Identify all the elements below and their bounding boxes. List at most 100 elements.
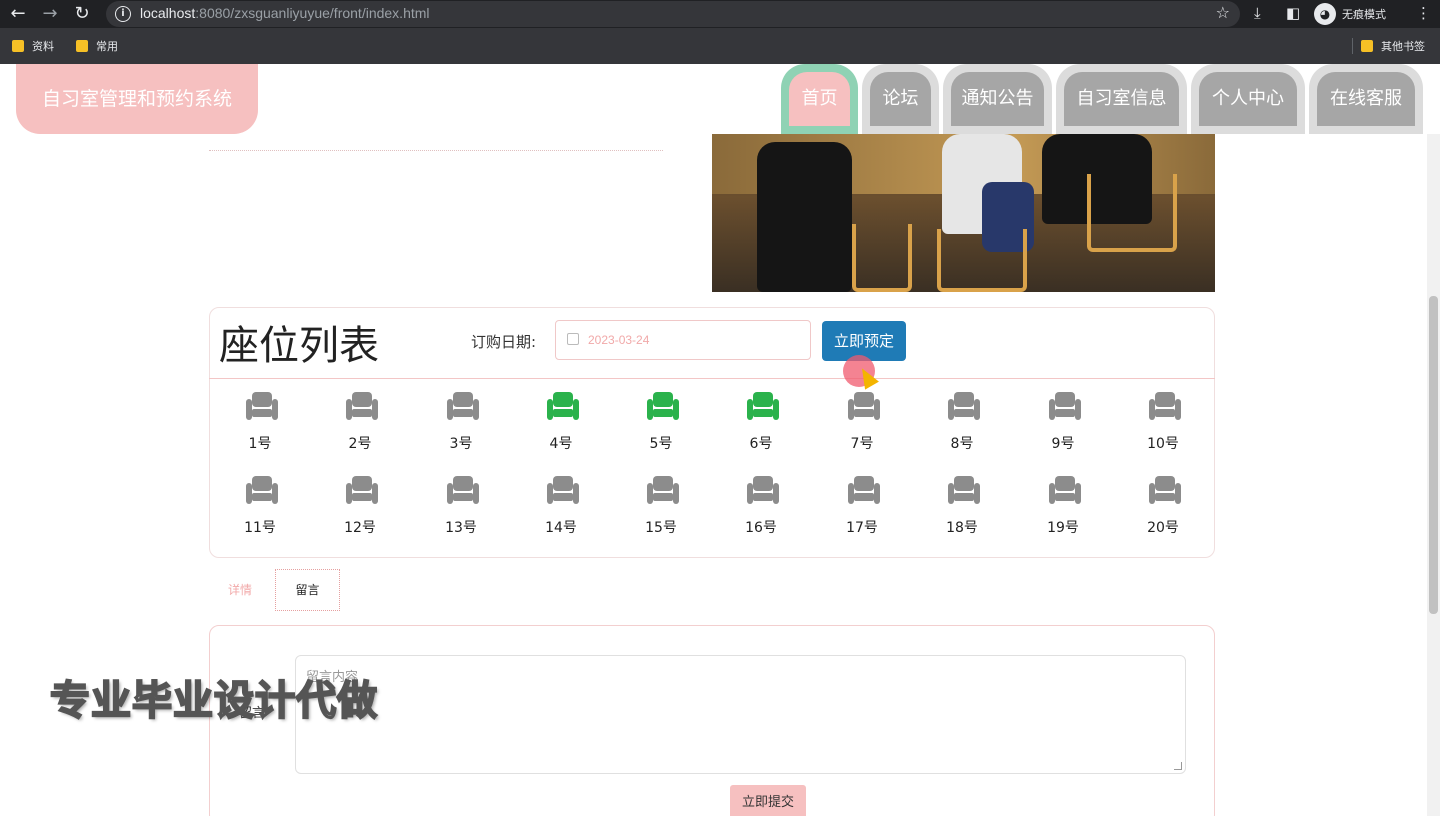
seat-item[interactable]: 16号 [731, 476, 791, 546]
armchair-part [453, 493, 473, 501]
scrollbar-thumb[interactable] [1429, 296, 1438, 614]
other-bookmarks[interactable]: 其他书签 [1352, 38, 1425, 54]
armchair-part [372, 483, 378, 504]
incognito-indicator[interactable]: ◕ 无痕模式 [1314, 1, 1396, 27]
seat-item[interactable]: 3号 [431, 392, 491, 462]
armchair-part [653, 493, 673, 501]
seat-item[interactable]: 13号 [431, 476, 491, 546]
seat-item[interactable]: 1号 [230, 392, 290, 462]
armchair-part [874, 483, 880, 504]
seat-item[interactable]: 19号 [1033, 476, 1093, 546]
seat-number: 20号 [1147, 520, 1179, 536]
seat-number: 9号 [1051, 436, 1075, 452]
seat-item[interactable]: 5号 [631, 392, 691, 462]
armchair-icon [346, 476, 378, 504]
order-date-label: 订购日期: [471, 333, 537, 351]
bookmark-folder-1[interactable]: 资料 [12, 38, 54, 54]
bookmarks-bar [0, 28, 1440, 64]
armchair-part [673, 399, 679, 420]
armchair-part [352, 476, 372, 491]
photo-chair [852, 224, 912, 292]
back-arrow-icon[interactable]: ← [6, 2, 30, 26]
submit-button[interactable]: 立即提交 [730, 785, 806, 816]
armchair-part [653, 476, 673, 491]
incognito-icon: ◕ [1314, 3, 1336, 25]
nav-tab-personal-center[interactable]: 个人中心 [1191, 64, 1305, 134]
armchair-part [854, 392, 874, 407]
armchair-icon [948, 392, 980, 420]
nav-label: 通知公告 [951, 72, 1044, 126]
order-date-value: 2023-03-24 [588, 333, 650, 347]
tab-message[interactable]: 留言 [275, 569, 340, 611]
browser-toolbar: ← → ↻ i localhost:8080/zxsguanliyuyue/fr… [0, 0, 1440, 28]
armchair-part [252, 493, 272, 501]
armchair-part [1055, 493, 1075, 501]
armchair-part [372, 399, 378, 420]
nav-tab-online-service[interactable]: 在线客服 [1309, 64, 1423, 134]
folder-icon [76, 40, 88, 52]
armchair-part [773, 399, 779, 420]
bookmark-folder-2[interactable]: 常用 [76, 38, 118, 54]
other-bookmarks-label: 其他书签 [1381, 40, 1425, 53]
seat-number: 16号 [745, 520, 777, 536]
seat-item[interactable]: 12号 [330, 476, 390, 546]
site-logo[interactable]: 自习室管理和预约系统 [16, 64, 258, 134]
side-panel-icon[interactable]: ◧ [1286, 4, 1300, 22]
seat-item[interactable]: 7号 [832, 392, 892, 462]
armchair-part [252, 476, 272, 491]
seat-item[interactable]: 8号 [932, 392, 992, 462]
nav-tab-notices[interactable]: 通知公告 [943, 64, 1052, 134]
seat-number: 15号 [645, 520, 677, 536]
download-icon[interactable]: ⤓ [1254, 4, 1261, 22]
armchair-part [1055, 409, 1075, 417]
nav-tab-forum[interactable]: 论坛 [862, 64, 939, 134]
order-date-input[interactable]: 2023-03-24 [555, 320, 811, 360]
seat-item[interactable]: 15号 [631, 476, 691, 546]
seat-item[interactable]: 9号 [1033, 392, 1093, 462]
menu-dots-icon[interactable]: ⋮ [1416, 4, 1431, 22]
nav-tab-home[interactable]: 首页 [781, 64, 858, 134]
seat-number: 7号 [850, 436, 874, 452]
bookmark-star-icon[interactable]: ☆ [1216, 3, 1230, 22]
incognito-label: 无痕模式 [1342, 8, 1386, 21]
message-textarea[interactable]: 留言内容 [295, 655, 1186, 774]
seat-item[interactable]: 17号 [832, 476, 892, 546]
seat-item[interactable]: 20号 [1133, 476, 1193, 546]
seat-number: 5号 [649, 436, 673, 452]
armchair-icon [447, 392, 479, 420]
armchair-icon [1049, 392, 1081, 420]
seat-item[interactable]: 10号 [1133, 392, 1193, 462]
seat-item[interactable]: 11号 [230, 476, 290, 546]
address-bar[interactable]: i localhost:8080/zxsguanliyuyue/front/in… [106, 1, 1240, 27]
calendar-icon [567, 333, 579, 345]
armchair-part [453, 392, 473, 407]
seat-item[interactable]: 4号 [531, 392, 591, 462]
armchair-icon [547, 392, 579, 420]
armchair-part [653, 409, 673, 417]
tab-detail[interactable]: 详情 [220, 569, 260, 611]
nav-label: 论坛 [870, 72, 931, 126]
resize-handle-icon[interactable] [1174, 762, 1182, 770]
bookmark-label: 资料 [32, 40, 54, 53]
seat-item[interactable]: 18号 [932, 476, 992, 546]
nav-label: 在线客服 [1317, 72, 1415, 126]
forward-arrow-icon[interactable]: → [38, 2, 62, 26]
seat-number: 14号 [545, 520, 577, 536]
seat-number: 17号 [846, 520, 878, 536]
seat-item[interactable]: 14号 [531, 476, 591, 546]
armchair-icon [246, 476, 278, 504]
seat-item[interactable]: 2号 [330, 392, 390, 462]
armchair-part [954, 392, 974, 407]
reload-icon[interactable]: ↻ [70, 2, 94, 26]
armchair-part [553, 476, 573, 491]
armchair-part [753, 493, 773, 501]
armchair-icon [747, 392, 779, 420]
seat-item[interactable]: 6号 [731, 392, 791, 462]
nav-tab-study-room[interactable]: 自习室信息 [1056, 64, 1187, 134]
armchair-part [573, 483, 579, 504]
site-info-icon[interactable]: i [115, 6, 131, 22]
armchair-part [1075, 483, 1081, 504]
armchair-part [954, 409, 974, 417]
armchair-part [1155, 493, 1175, 501]
armchair-part [673, 483, 679, 504]
